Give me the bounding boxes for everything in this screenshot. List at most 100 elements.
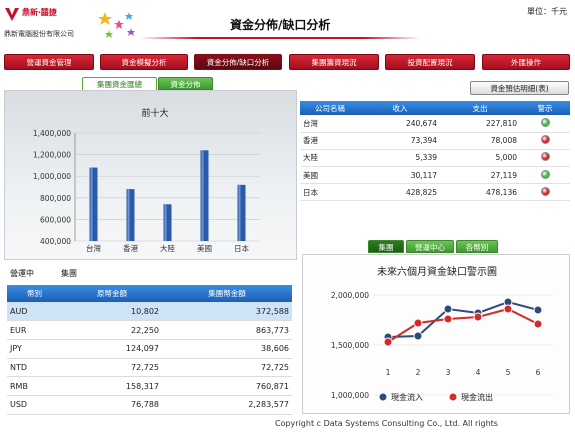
x-tick-label: 日本: [234, 243, 249, 253]
expense-cell: 27,119: [440, 166, 520, 185]
nav-investment-allocation[interactable]: 投資配置現況: [385, 54, 475, 70]
tab-fund-distribution[interactable]: 資金分佈: [158, 77, 213, 90]
tab-group[interactable]: 集團: [368, 240, 404, 253]
alert-cell: [520, 132, 570, 150]
line-chart: 未來六個月資金缺口警示圖 2,000,000 1,500,000 1,000,000…: [331, 265, 553, 402]
nav-working-capital[interactable]: 營運資金管理: [4, 54, 94, 70]
table-row[interactable]: NTD 72,725 72,725: [7, 358, 292, 378]
bar-highlight: [238, 184, 241, 241]
nav-group-financing[interactable]: 集團籌資現況: [289, 54, 379, 70]
company-name-cell: 日本: [300, 183, 360, 202]
green-alert-icon: [540, 117, 550, 127]
nav-fund-simulation[interactable]: 資金模擬分析: [100, 54, 188, 70]
line-y-axis: 2,000,000 1,500,000 1,000,000: [331, 291, 553, 400]
line-legend: 現金流入 現金流出: [378, 392, 493, 402]
company-name: 鼎新電腦股份有限公司: [4, 30, 74, 38]
tab-by-currency[interactable]: 各幣別: [456, 240, 498, 253]
table-row[interactable]: EUR 22,250 863,773: [7, 320, 292, 340]
table-row[interactable]: JPY 124,097 38,606: [7, 339, 292, 359]
company-name-cell: 大陸: [300, 149, 360, 168]
data-point: [503, 304, 513, 314]
fund-estimate-detail-button[interactable]: 資金預估明細(表): [470, 81, 569, 95]
data-point: [533, 319, 543, 329]
alert-cell: [520, 149, 570, 168]
nav-forex[interactable]: 外匯操作: [482, 54, 570, 70]
brand-name: 鼎新‧囍捷: [22, 8, 57, 17]
alert-cell: [520, 183, 570, 202]
group-amount-cell: 863,773: [162, 320, 292, 340]
data-point: [473, 312, 483, 322]
copyright-footer: Copyright c Data Systems Consulting Co.,…: [275, 419, 498, 428]
col-currency-header: 幣別: [7, 285, 62, 302]
original-amount-cell: 72,725: [62, 358, 162, 378]
y-tick-label: 1,400,000: [33, 129, 71, 138]
logo-icon: [4, 6, 20, 22]
bar-chart-title: 前十大: [141, 107, 168, 119]
page-title: 資金分佈/缺口分析: [230, 18, 331, 32]
table-row[interactable]: 香港 73,394 78,008: [300, 132, 570, 150]
col-company-header: 公司名稱: [300, 101, 360, 115]
table-row[interactable]: 大陸 5,339 5,000: [300, 149, 570, 168]
table-row[interactable]: AUD 10,802 372,588: [7, 302, 292, 322]
line-series: [383, 297, 543, 347]
original-amount-cell: 124,097: [62, 339, 162, 359]
tab-group-fund-summary[interactable]: 集團資金匯總: [82, 77, 157, 90]
decoration-stars-icon: [95, 8, 140, 42]
original-amount-cell: 76,788: [62, 395, 162, 415]
company-name-cell: 台灣: [300, 115, 360, 133]
y-tick-label: 1,500,000: [331, 341, 369, 350]
bar-chart: 前十大 1,400,000 1,200,000 1,000,000 800,000 60…: [33, 107, 260, 253]
tab-operation-center[interactable]: 營運中心: [406, 240, 454, 253]
expense-cell: 478,136: [440, 183, 520, 202]
currency-cell: AUD: [7, 302, 62, 322]
currency-cell: RMB: [7, 376, 62, 396]
expense-cell: 5,000: [440, 149, 520, 168]
legend-marker: [448, 392, 458, 402]
group-amount-cell: 72,725: [162, 358, 292, 378]
company-name-cell: 香港: [300, 132, 360, 150]
original-amount-cell: 10,802: [62, 302, 162, 322]
y-tick-label: 600,000: [40, 215, 71, 224]
y-tick-label: 400,000: [40, 237, 71, 246]
title-underline: [140, 37, 420, 39]
green-alert-icon: [540, 169, 550, 179]
legend-label: 現金流入: [391, 392, 423, 402]
x-tick-label: 1: [386, 368, 391, 377]
red-alert-icon: [540, 152, 550, 162]
bar-marks: [89, 150, 246, 241]
data-point: [533, 305, 543, 315]
data-point: [443, 314, 453, 324]
table-row[interactable]: 美國 30,117 27,119: [300, 166, 570, 185]
income-cell: 73,394: [360, 132, 440, 150]
original-amount-cell: 22,250: [62, 320, 162, 340]
data-point: [413, 331, 423, 341]
red-alert-icon: [540, 135, 550, 145]
y-tick-label: 1,000,000: [33, 172, 71, 181]
data-point: [383, 337, 393, 347]
alert-cell: [520, 115, 570, 133]
income-cell: 428,825: [360, 183, 440, 202]
col-group-amount-header: 集團幣金額: [162, 285, 292, 302]
y-tick-label: 2,000,000: [331, 291, 369, 300]
nav-fund-distribution[interactable]: 資金分佈/缺口分析: [194, 54, 282, 70]
y-tick-label: 1,200,000: [33, 151, 71, 160]
unit-label: 單位：千元: [527, 7, 567, 16]
x-tick-label: 4: [476, 368, 481, 377]
group-amount-cell: 372,588: [162, 302, 292, 322]
table-row[interactable]: 台灣 240,674 227,810: [300, 115, 570, 133]
bar-highlight: [164, 204, 167, 241]
table-row[interactable]: USD 76,788 2,283,577: [7, 395, 292, 415]
data-point: [443, 304, 453, 314]
bar-highlight: [201, 150, 204, 241]
x-tick-label: 美國: [197, 243, 212, 253]
table-row[interactable]: RMB 158,317 760,871: [7, 376, 292, 396]
currency-cell: USD: [7, 395, 62, 415]
expense-cell: 78,008: [440, 132, 520, 150]
col-expense-header: 支出: [440, 101, 520, 115]
group-amount-cell: 760,871: [162, 376, 292, 396]
col-income-header: 收入: [360, 101, 440, 115]
bar-highlight: [90, 167, 93, 241]
col-alert-header: 警示: [520, 101, 570, 115]
table-row[interactable]: 日本 428,825 478,136: [300, 183, 570, 202]
data-point: [413, 318, 423, 328]
